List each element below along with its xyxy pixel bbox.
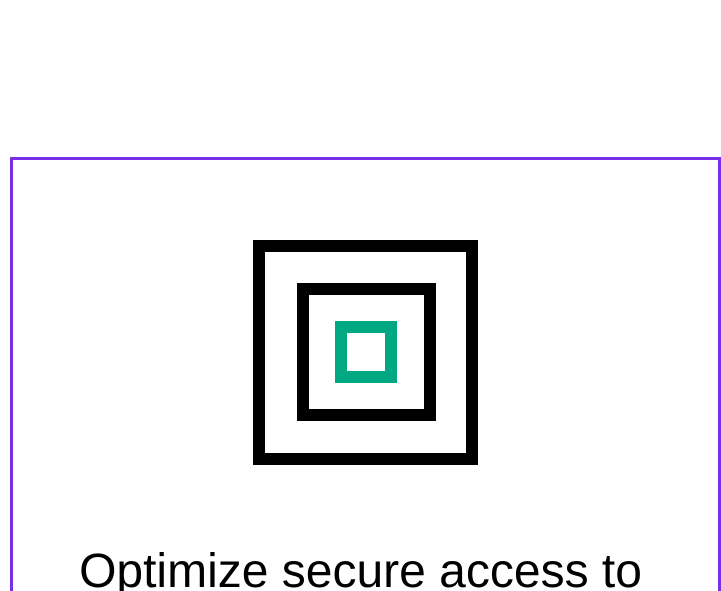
page: Optimize secure access to xyxy=(0,0,721,591)
nested-squares-icon xyxy=(253,240,478,465)
card-headline: Optimize secure access to xyxy=(79,545,642,591)
